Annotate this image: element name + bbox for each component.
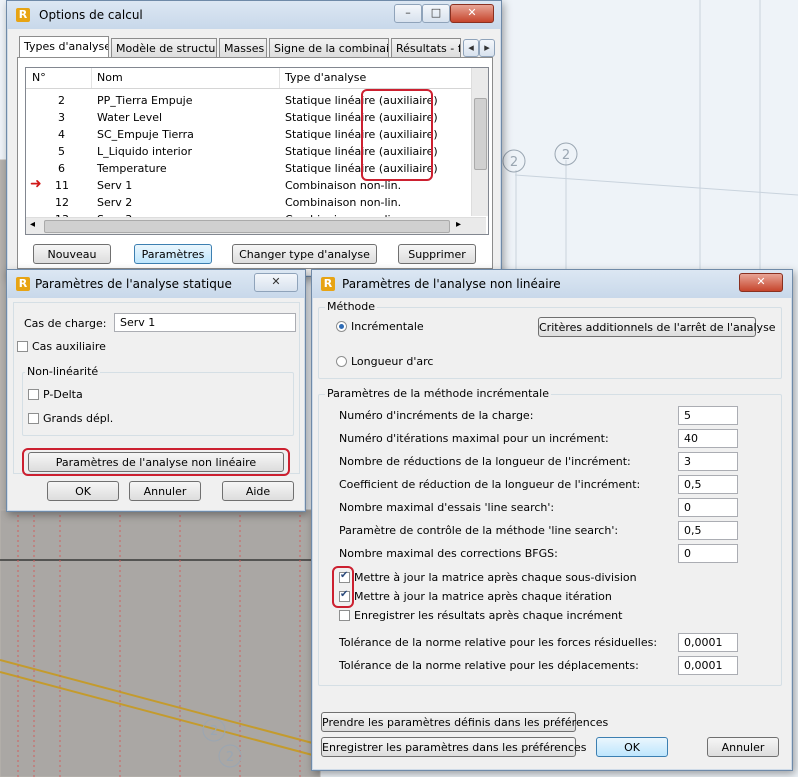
- column-divider: [279, 68, 280, 88]
- method-group-label: Méthode: [325, 300, 378, 313]
- current-arrow-icon: ➜: [30, 176, 42, 192]
- non-lineaire-titlebar: R Paramètres de l'analyse non linéaire ✕: [312, 270, 792, 298]
- ok-button[interactable]: OK: [596, 737, 668, 757]
- minimize-button[interactable]: –: [394, 4, 422, 23]
- incremental-label: Incrémentale: [351, 320, 424, 333]
- aux-case-checkbox[interactable]: [17, 341, 28, 352]
- maximize-button[interactable]: □: [422, 4, 450, 23]
- update-iteration-label: Mettre à jour la matrice après chaque it…: [354, 590, 612, 603]
- scroll-thumb[interactable]: [44, 220, 450, 233]
- field-label: Nombre maximal des corrections BFGS:: [339, 547, 558, 560]
- column-type[interactable]: Type d'analyse: [285, 71, 366, 84]
- ok-button[interactable]: OK: [47, 481, 119, 501]
- field-label: Nombre de réductions de la longueur de l…: [339, 455, 631, 468]
- grid-marker-label: 2: [562, 148, 570, 163]
- help-button[interactable]: Aide: [222, 481, 294, 501]
- cancel-button[interactable]: Annuler: [129, 481, 201, 501]
- grid-marker-label: 2: [226, 750, 234, 765]
- analyse-statique-titlebar: R Paramètres de l'analyse statique ✕: [7, 270, 305, 298]
- supprimer-button[interactable]: Supprimer: [398, 244, 476, 264]
- cancel-button[interactable]: Annuler: [707, 737, 779, 757]
- bfgs-corrections-field[interactable]: 0: [678, 544, 738, 563]
- nonlin-group-label: Non-linéarité: [25, 365, 101, 378]
- highlight-auxiliaire: [361, 89, 433, 181]
- save-results-label: Enregistrer les résultats après chaque i…: [354, 609, 623, 622]
- aux-case-label: Cas auxiliaire: [32, 340, 106, 353]
- field-label: Coefficient de réduction de la longueur …: [339, 478, 641, 491]
- analyse-statique-window: R Paramètres de l'analyse statique ✕ Cas…: [6, 269, 306, 512]
- options-calcul-titlebar: R Options de calcul – □ ✕: [7, 1, 501, 29]
- line-search-control-field[interactable]: 0,5: [678, 521, 738, 540]
- increments-field[interactable]: 5: [678, 406, 738, 425]
- nouveau-button[interactable]: Nouveau: [33, 244, 111, 264]
- tab-scroll-left-icon[interactable]: ◂: [463, 39, 479, 57]
- pdelta-checkbox[interactable]: [28, 389, 39, 400]
- window-title: Options de calcul: [39, 8, 143, 22]
- large-disp-checkbox[interactable]: [28, 413, 39, 424]
- list-header: N° Nom Type d'analyse: [26, 68, 471, 89]
- field-label: Numéro d'incréments de la charge:: [339, 409, 534, 422]
- scroll-right-icon[interactable]: ▸: [456, 219, 461, 230]
- tab-signe-combinaison[interactable]: Signe de la combinaison: [269, 38, 389, 58]
- arc-length-label: Longueur d'arc: [351, 355, 434, 368]
- list-vertical-scrollbar[interactable]: [471, 68, 488, 216]
- tolerance-label: Tolérance de la norme relative pour les …: [339, 659, 639, 672]
- field-label: Nombre maximal d'essais 'line search':: [339, 501, 555, 514]
- window-title: Paramètres de l'analyse statique: [35, 277, 232, 291]
- tolerance-forces-field[interactable]: 0,0001: [678, 633, 738, 652]
- options-calcul-window: R Options de calcul – □ ✕ Types d'analys…: [6, 0, 502, 277]
- analyse-non-lineaire-window: R Paramètres de l'analyse non linéaire ✕…: [311, 269, 793, 771]
- nonlin-group: Non-linéarité: [22, 365, 294, 436]
- list-horizontal-scrollbar[interactable]: ◂ ▸: [26, 217, 486, 234]
- take-preferences-button[interactable]: Prendre les paramètres définis dans les …: [321, 712, 608, 732]
- pdelta-label: P-Delta: [43, 388, 83, 401]
- reduction-coef-field[interactable]: 0,5: [678, 475, 738, 494]
- tab-modele-structure[interactable]: Modèle de structure: [111, 38, 217, 58]
- large-disp-label: Grands dépl.: [43, 412, 114, 425]
- tab-types-analyse[interactable]: Types d'analyse: [19, 36, 109, 58]
- save-results-checkbox[interactable]: [339, 610, 350, 621]
- update-subdivision-label: Mettre à jour la matrice après chaque so…: [354, 571, 637, 584]
- line-search-trials-field[interactable]: 0: [678, 498, 738, 517]
- grid-marker-label: 2: [510, 155, 518, 170]
- highlight-checkboxes: [332, 566, 354, 608]
- window-title: Paramètres de l'analyse non linéaire: [342, 277, 561, 291]
- robot-logo-icon: R: [16, 277, 30, 291]
- tab-resultats[interactable]: Résultats - fil: [391, 38, 461, 58]
- close-button[interactable]: ✕: [254, 273, 298, 292]
- robot-logo-icon: R: [16, 8, 30, 22]
- changer-type-analyse-button[interactable]: Changer type d'analyse: [232, 244, 377, 264]
- tolerance-label: Tolérance de la norme relative pour les …: [339, 636, 658, 649]
- tab-masses[interactable]: Masses: [219, 38, 267, 58]
- highlight-nonlin-button: [22, 448, 290, 476]
- incremental-radio[interactable]: [336, 321, 347, 332]
- close-button[interactable]: ✕: [739, 273, 783, 292]
- column-name[interactable]: Nom: [97, 71, 123, 84]
- parametres-button[interactable]: Paramètres: [134, 244, 212, 264]
- load-case-field[interactable]: Serv 1: [114, 313, 296, 332]
- max-iterations-field[interactable]: 40: [678, 429, 738, 448]
- grid-marker-label: 2: [210, 724, 218, 739]
- robot-logo-icon: R: [321, 277, 335, 291]
- criteria-button[interactable]: Critères additionnels de l'arrêt de l'an…: [538, 317, 776, 337]
- tab-scroll-right-icon[interactable]: ▸: [479, 39, 495, 57]
- field-label: Numéro d'itérations maximal pour un incr…: [339, 432, 609, 445]
- tolerance-displacements-field[interactable]: 0,0001: [678, 656, 738, 675]
- column-divider: [91, 68, 92, 88]
- save-preferences-button[interactable]: Enregistrer les paramètres dans les préf…: [321, 737, 586, 757]
- field-label: Paramètre de contrôle de la méthode 'lin…: [339, 524, 619, 537]
- scroll-thumb[interactable]: [474, 98, 487, 170]
- load-case-label: Cas de charge:: [24, 317, 107, 330]
- reductions-field[interactable]: 3: [678, 452, 738, 471]
- close-button[interactable]: ✕: [450, 4, 494, 23]
- column-num[interactable]: N°: [32, 71, 46, 84]
- incremental-params-label: Paramètres de la méthode incrémentale: [325, 387, 551, 400]
- scroll-left-icon[interactable]: ◂: [30, 219, 35, 230]
- arc-length-radio[interactable]: [336, 356, 347, 367]
- list-item[interactable]: 12 Serv 2 Combinaison non-lin.: [26, 194, 471, 211]
